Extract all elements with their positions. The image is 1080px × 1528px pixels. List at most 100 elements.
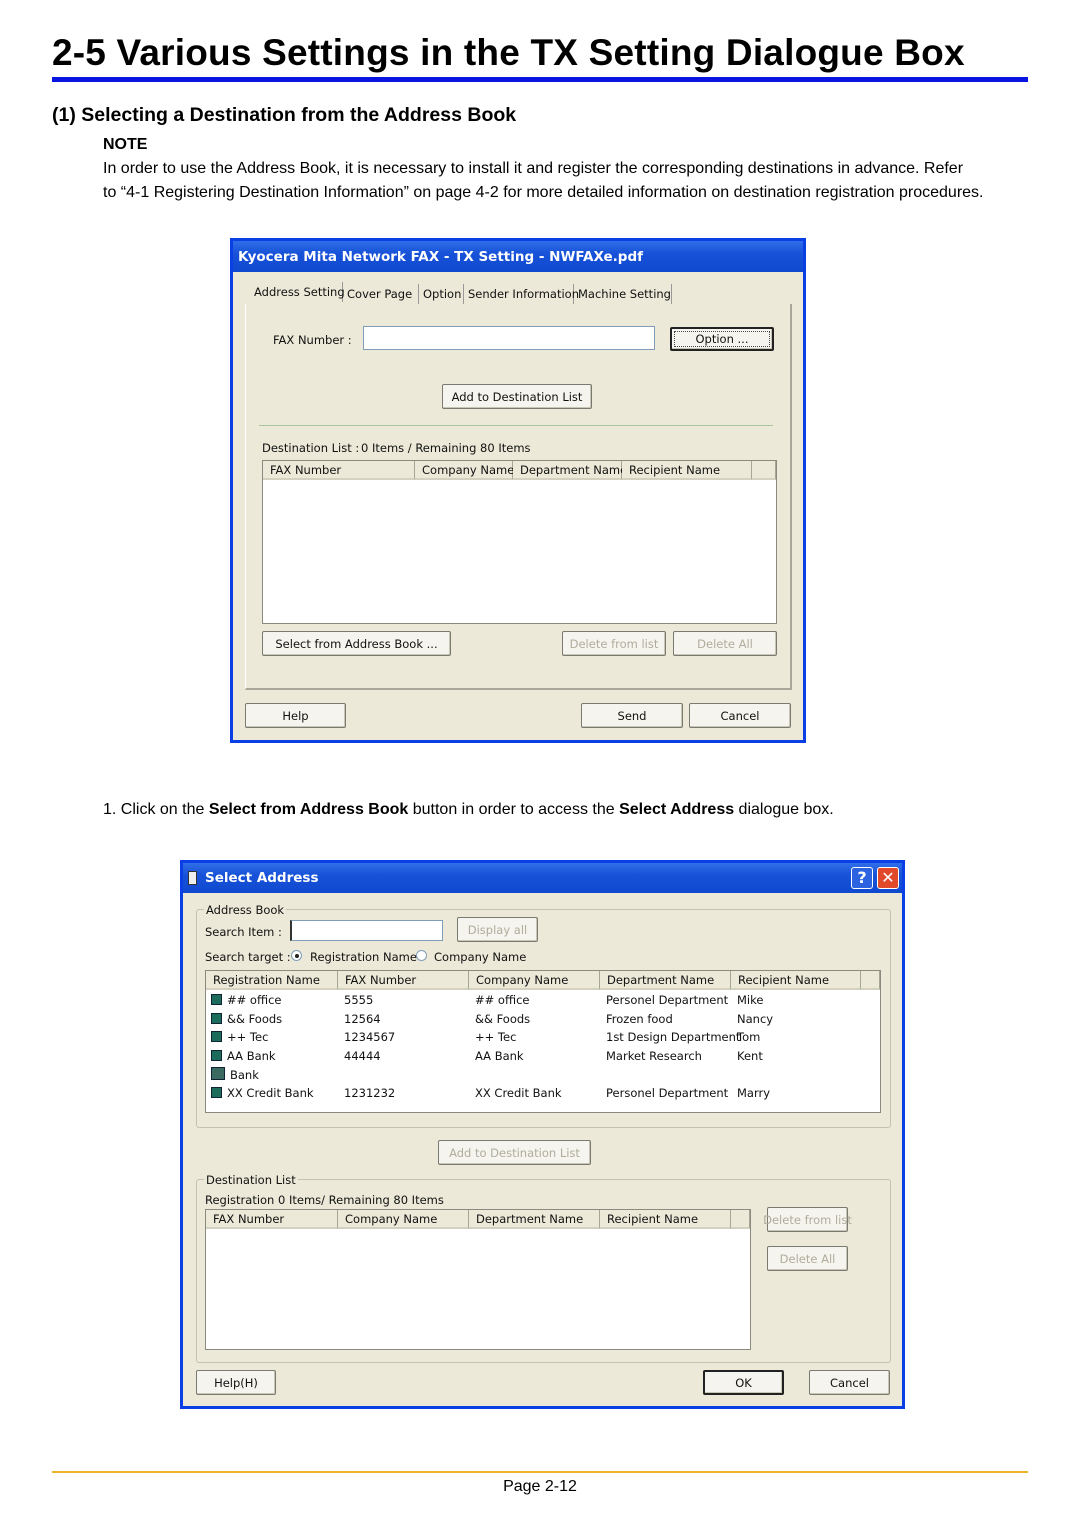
group-icon bbox=[211, 1067, 225, 1081]
help-button[interactable]: Help(H) bbox=[196, 1370, 276, 1395]
radio-label-company-name[interactable]: Company Name bbox=[434, 950, 526, 964]
select-from-address-book-button[interactable]: Select from Address Book ... bbox=[262, 631, 451, 656]
destination-list[interactable]: FAX Number Company Name Department Name … bbox=[205, 1209, 751, 1350]
option-button[interactable]: Option ... bbox=[670, 327, 774, 351]
column-header-department-name[interactable]: Department Name bbox=[513, 461, 627, 480]
column-header-blank bbox=[731, 1210, 750, 1229]
tab-address-setting[interactable]: Address Setting bbox=[250, 282, 345, 302]
search-target-label: Search target : bbox=[205, 950, 291, 964]
cell-name: XX Credit Bank bbox=[211, 1086, 314, 1100]
cell-fax: 44444 bbox=[344, 1049, 381, 1063]
destination-count: Registration 0 Items/ Remaining 80 Items bbox=[205, 1193, 444, 1207]
column-header-recipient-name[interactable]: Recipient Name bbox=[622, 461, 752, 480]
footer-rule bbox=[52, 1471, 1028, 1473]
tab-cover-page[interactable]: Cover Page bbox=[343, 284, 419, 304]
table-row[interactable]: && Foods 12564 && Foods Frozen food Nancy bbox=[206, 1012, 866, 1030]
cell-name: ## office bbox=[211, 993, 281, 1007]
cell-recipient: Mike bbox=[737, 993, 763, 1007]
radio-label-registration-name[interactable]: Registration Name bbox=[310, 950, 417, 964]
cell-text: ++ Tec bbox=[475, 1030, 517, 1045]
search-item-input[interactable] bbox=[290, 920, 443, 941]
separator bbox=[259, 425, 773, 426]
radio-registration-name[interactable] bbox=[291, 950, 302, 961]
table-row[interactable]: AA Bank 44444 AA Bank Market Research Kent bbox=[206, 1049, 866, 1067]
cell-text: 1234567 bbox=[344, 1030, 396, 1045]
column-header-department-name[interactable]: Department Name bbox=[469, 1210, 600, 1229]
column-header-fax-number[interactable]: FAX Number bbox=[206, 1210, 338, 1229]
send-button[interactable]: Send bbox=[581, 703, 683, 728]
radio-company-name[interactable] bbox=[416, 950, 427, 961]
cell-text: Tom bbox=[737, 1030, 761, 1045]
delete-from-list-button[interactable]: Delete from list bbox=[562, 631, 666, 656]
cell-text: ++ Tec bbox=[227, 1030, 269, 1045]
table-row[interactable]: ++ Tec 1234567 ++ Tec 1st Design Department… bbox=[206, 1030, 866, 1048]
tab-option[interactable]: Option bbox=[419, 284, 464, 304]
cell-text: && Foods bbox=[475, 1011, 531, 1026]
step-text: button in order to access the bbox=[408, 801, 620, 818]
fax-number-input[interactable] bbox=[363, 326, 655, 350]
cell-company: ++ Tec bbox=[475, 1030, 516, 1044]
address-book-list[interactable]: Registration Name FAX Number Company Nam… bbox=[205, 970, 881, 1113]
note-text-line: to “4-1 Registering Destination Informat… bbox=[103, 184, 984, 201]
cell-text: Frozen food bbox=[606, 1011, 673, 1026]
cell-text: ## office bbox=[227, 993, 282, 1007]
destination-list-label: Destination List : bbox=[262, 441, 360, 455]
column-header-fax-number[interactable]: FAX Number bbox=[263, 461, 415, 480]
cell-text: Personel Department bbox=[606, 1086, 729, 1100]
tab-machine-setting[interactable]: Machine Setting bbox=[574, 284, 672, 304]
cell-fax: 1234567 bbox=[344, 1030, 395, 1044]
note-text-line: In order to use the Address Book, it is … bbox=[103, 160, 964, 177]
cancel-button[interactable]: Cancel bbox=[809, 1370, 890, 1395]
column-header-company-name[interactable]: Company Name bbox=[415, 461, 514, 480]
address-book-icon bbox=[188, 871, 197, 885]
page-number: Page 2-12 bbox=[503, 1478, 577, 1495]
add-to-destination-list-button[interactable]: Add to Destination List bbox=[438, 1140, 591, 1165]
cell-dept: 1st Design Department bbox=[606, 1030, 740, 1044]
add-to-destination-list-button[interactable]: Add to Destination List bbox=[442, 384, 592, 409]
cell-text: 1st Design Department bbox=[606, 1030, 741, 1045]
cell-text: 1231232 bbox=[344, 1086, 396, 1100]
column-header-company-name[interactable]: Company Name bbox=[338, 1210, 469, 1229]
cell-text: XX Credit Bank bbox=[475, 1086, 562, 1100]
cell-text: 44444 bbox=[344, 1048, 381, 1063]
contact-icon bbox=[211, 1031, 222, 1043]
title-rule bbox=[52, 77, 1028, 82]
cell-company: XX Credit Bank bbox=[475, 1086, 562, 1100]
column-header-blank bbox=[861, 971, 880, 990]
table-row[interactable]: Bank bbox=[206, 1067, 866, 1085]
cell-text: AA Bank bbox=[227, 1048, 276, 1063]
display-all-button[interactable]: Display all bbox=[457, 917, 538, 942]
cell-text: XX Credit Bank bbox=[227, 1086, 314, 1100]
cell-text: && Foods bbox=[227, 1011, 283, 1026]
cell-recipient: Marry bbox=[737, 1086, 770, 1100]
delete-from-list-button[interactable]: Delete from list bbox=[763, 1207, 852, 1232]
column-header-company-name[interactable]: Company Name bbox=[469, 971, 600, 990]
cell-dept: Personel Department bbox=[606, 1086, 728, 1100]
column-header-recipient-name[interactable]: Recipient Name bbox=[600, 1210, 731, 1229]
tab-sender-information[interactable]: Sender Information bbox=[464, 284, 579, 304]
destination-list[interactable]: FAX Number Company Name Department Name … bbox=[262, 460, 777, 624]
cell-recipient: Kent bbox=[737, 1049, 763, 1063]
table-row[interactable]: ## office 5555 ## office Personel Departmen… bbox=[206, 993, 866, 1011]
cell-name: Bank bbox=[211, 1067, 259, 1082]
cell-fax: 12564 bbox=[344, 1012, 381, 1026]
help-button[interactable]: Help bbox=[245, 703, 346, 728]
column-header-recipient-name[interactable]: Recipient Name bbox=[731, 971, 861, 990]
column-header-registration-name[interactable]: Registration Name bbox=[206, 971, 338, 990]
title-bar: Select Address bbox=[183, 863, 902, 893]
title-bar: Kyocera Mita Network FAX - TX Setting - … bbox=[233, 241, 803, 272]
help-question-icon[interactable]: ? bbox=[851, 867, 873, 889]
cell-text: Market Research bbox=[606, 1048, 702, 1063]
column-header-blank bbox=[752, 461, 776, 480]
delete-all-button[interactable]: Delete All bbox=[673, 631, 777, 656]
ok-button[interactable]: OK bbox=[703, 1370, 784, 1395]
column-header-department-name[interactable]: Department Name bbox=[600, 971, 731, 990]
close-icon[interactable]: ✕ bbox=[877, 867, 899, 889]
cancel-button[interactable]: Cancel bbox=[689, 703, 791, 728]
column-header-fax-number[interactable]: FAX Number bbox=[338, 971, 469, 990]
table-row[interactable]: XX Credit Bank 1231232 XX Credit Bank Perso… bbox=[206, 1086, 866, 1104]
cell-text: Marry bbox=[737, 1086, 771, 1100]
cell-company: AA Bank bbox=[475, 1049, 524, 1063]
cell-text: ## office bbox=[475, 993, 530, 1007]
delete-all-button[interactable]: Delete All bbox=[767, 1246, 848, 1271]
